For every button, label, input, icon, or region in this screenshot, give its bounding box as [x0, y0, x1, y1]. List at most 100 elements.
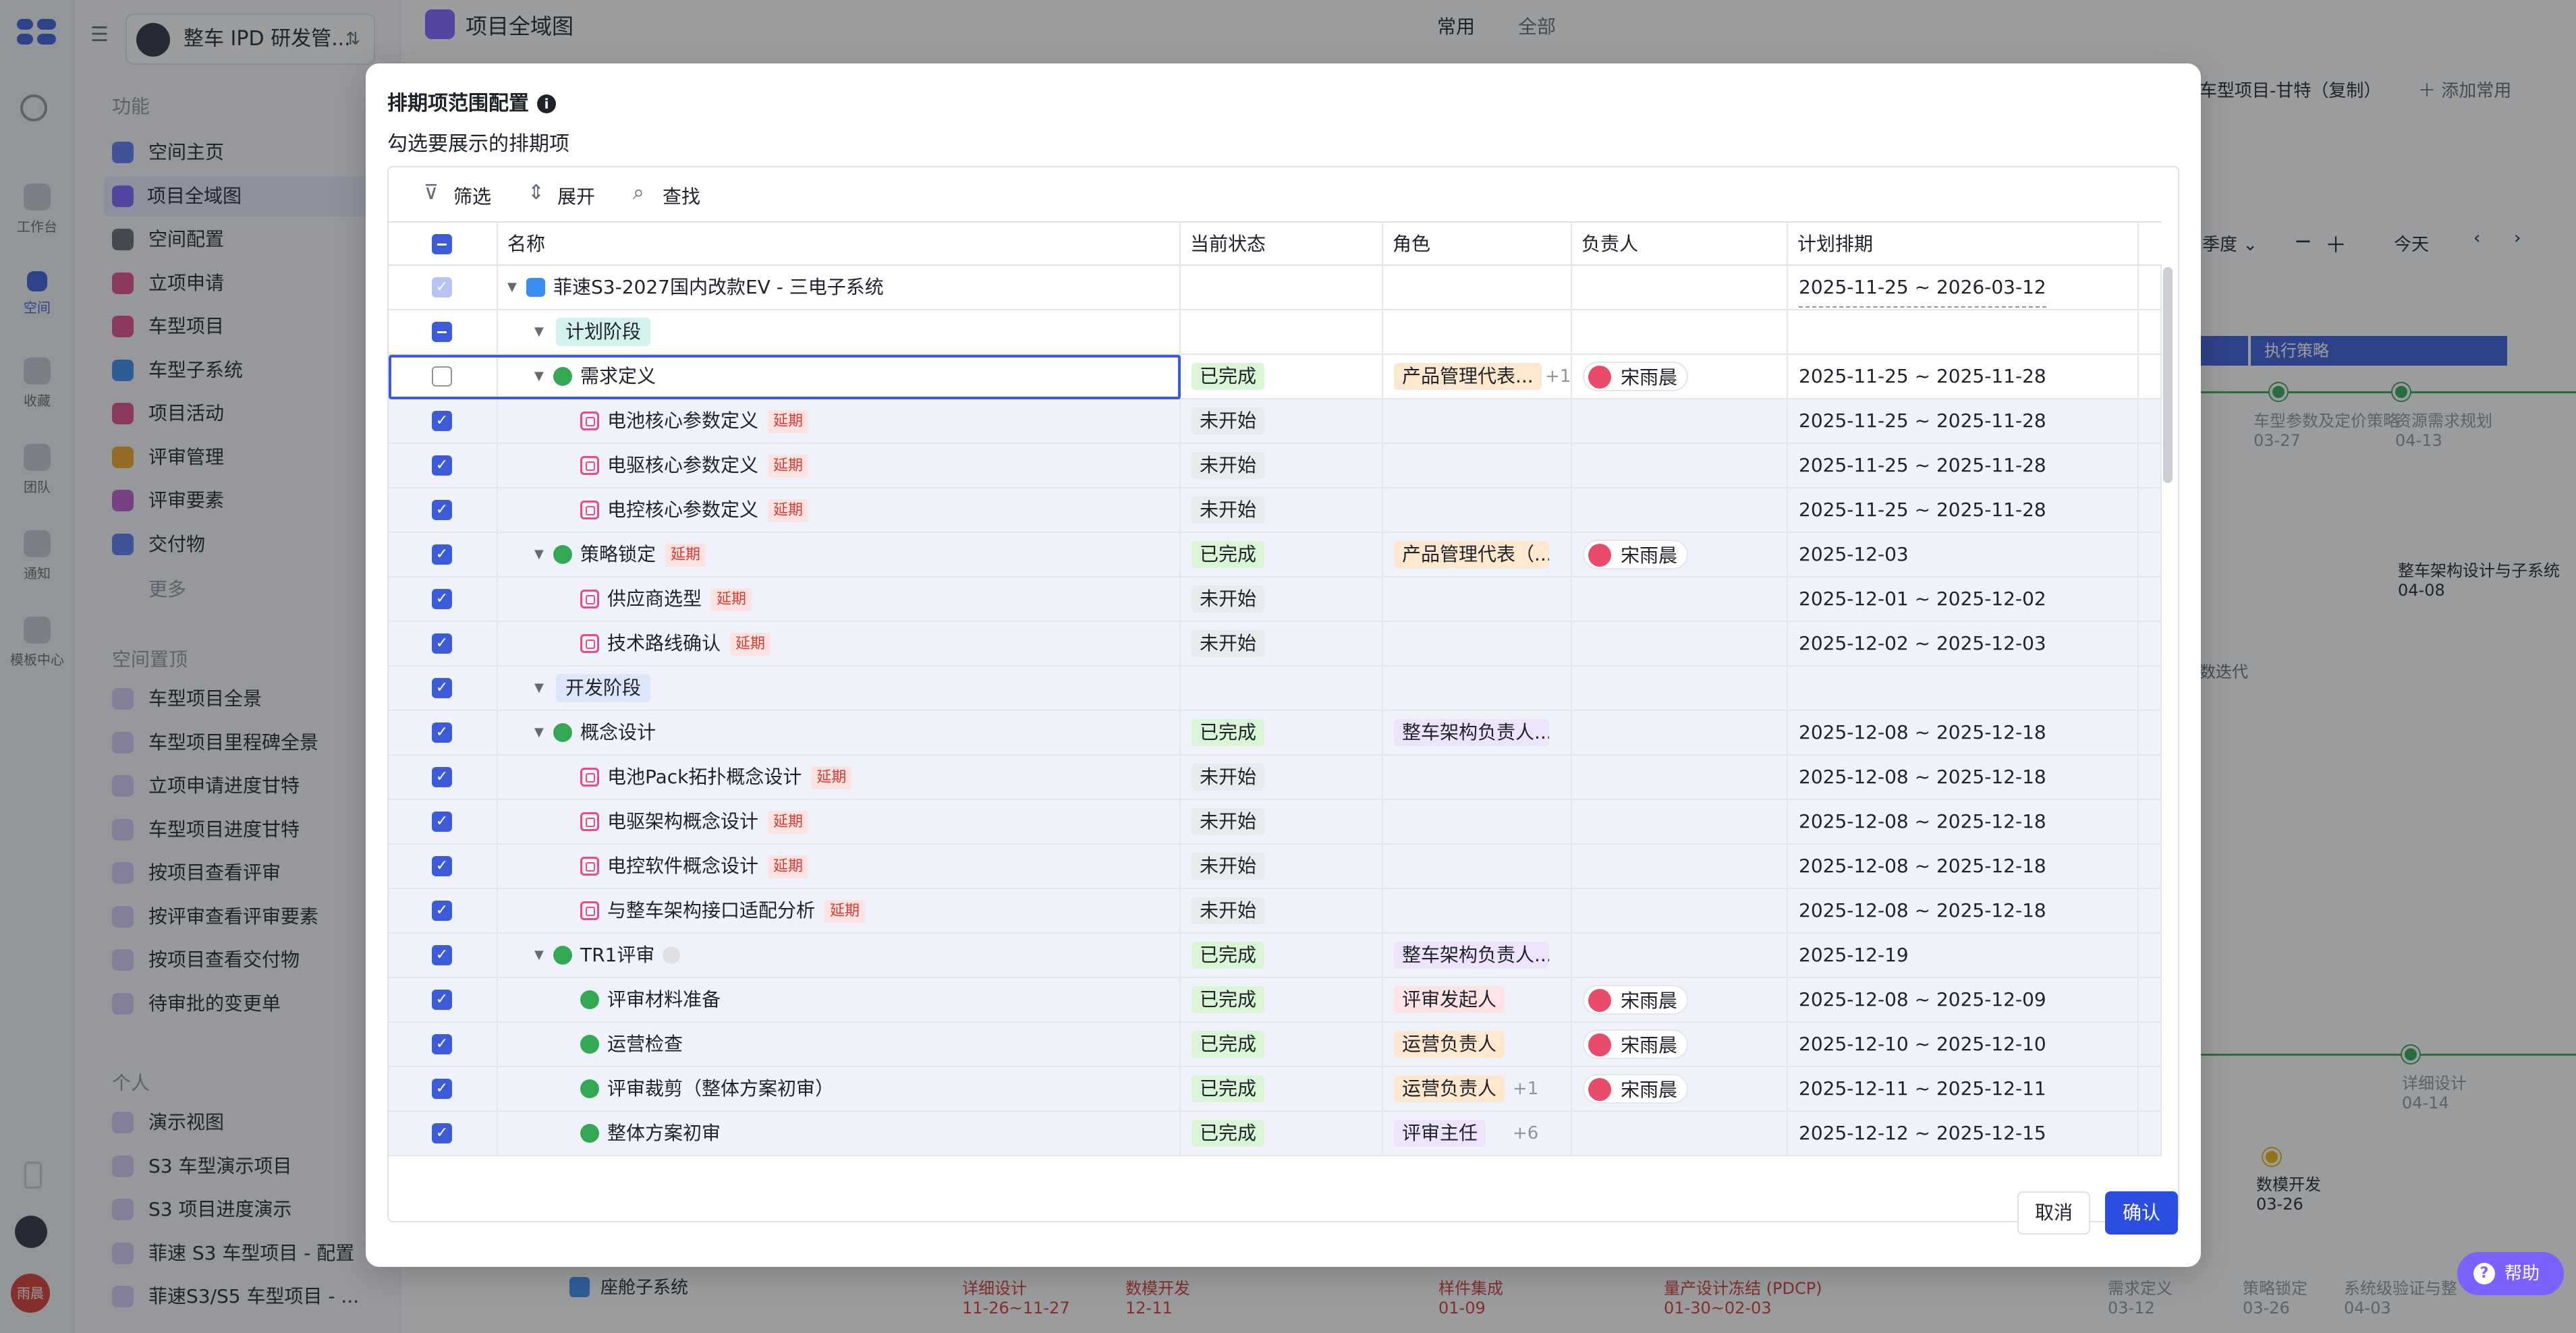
row-select-cell[interactable]: ✓ [389, 1112, 498, 1155]
row-name-cell[interactable]: 电控软件概念设计 延期 [498, 845, 1181, 888]
row-name-cell[interactable]: 电驱架构概念设计 延期 [498, 800, 1181, 843]
row-checkbox[interactable]: ✓ [432, 411, 452, 431]
row-checkbox[interactable]: ✓ [432, 990, 452, 1010]
row-checkbox[interactable]: ✓ [432, 544, 452, 565]
row-name-cell[interactable]: 与整车架构接口适配分析 延期 [498, 889, 1181, 932]
table-row[interactable]: ▼ 需求定义 已完成 产品管理代表... +1 宋雨晨 2025-11-25 ~ 2025-… [389, 355, 2162, 399]
table-row[interactable]: ✓ 电驱核心参数定义 延期 未开始 2025-11-25 ~ 2025-11-28 [389, 444, 2162, 488]
row-checkbox[interactable]: ✓ [432, 678, 452, 698]
owner-chip: 宋雨晨 [1583, 540, 1689, 569]
row-select-cell[interactable]: ✓ [389, 756, 498, 799]
delay-badge: 延期 [711, 588, 752, 611]
table-row[interactable]: ✓ ▼ 策略锁定 延期 已完成 产品管理代表（... 宋雨晨 2025-12-03 [389, 533, 2162, 577]
row-checkbox[interactable]: ✓ [432, 1079, 452, 1099]
row-checkbox[interactable]: ✓ [432, 589, 452, 609]
row-name-cell[interactable]: ▼ TR1评审 [498, 934, 1181, 977]
row-checkbox[interactable]: ✓ [432, 500, 452, 520]
table-row[interactable]: ✓ ▼ TR1评审 已完成 整车架构负责人... 2025-12-19 [389, 934, 2162, 978]
row-select-cell[interactable]: ✓ [389, 444, 498, 487]
table-row[interactable]: ✓ 评审材料准备 已完成 评审发起人 宋雨晨 2025-12-08 ~ 2025-12-0… [389, 978, 2162, 1023]
expand-caret-icon[interactable]: ▼ [534, 666, 544, 710]
help-button[interactable]: ? 帮助 [2457, 1252, 2564, 1295]
row-name-cell[interactable]: 电驱核心参数定义 延期 [498, 444, 1181, 487]
row-select-cell[interactable]: ✓ [389, 845, 498, 888]
row-name-cell[interactable]: 电池核心参数定义 延期 [498, 399, 1181, 443]
row-select-cell[interactable]: ✓ [389, 1067, 498, 1110]
row-name-cell[interactable]: 整体方案初审 [498, 1112, 1181, 1155]
row-name-cell[interactable]: 评审裁剪（整体方案初审） [498, 1067, 1181, 1110]
row-name-cell[interactable]: 供应商选型 延期 [498, 577, 1181, 621]
select-all-checkbox[interactable] [432, 234, 452, 254]
expand-caret-icon[interactable]: ▼ [534, 533, 544, 576]
expand-caret-icon[interactable]: ▼ [534, 711, 544, 754]
row-checkbox[interactable]: ✓ [432, 812, 452, 832]
row-checkbox[interactable]: ✓ [432, 945, 452, 965]
row-select-cell[interactable]: ✓ [389, 399, 498, 443]
row-name-cell[interactable]: ▼ 菲速S3-2027国内改款EV - 三电子系统 [498, 266, 1181, 309]
row-checkbox[interactable]: ✓ [432, 1123, 452, 1143]
row-checkbox[interactable]: ✓ [432, 277, 452, 297]
confirm-button[interactable]: 确认 [2105, 1191, 2178, 1235]
table-row[interactable]: ✓ 技术路线确认 延期 未开始 2025-12-02 ~ 2025-12-03 [389, 622, 2162, 666]
table-row[interactable]: ✓ 电池核心参数定义 延期 未开始 2025-11-25 ~ 2025-11-28 [389, 399, 2162, 444]
row-select-cell[interactable]: ✓ [389, 800, 498, 843]
row-checkbox[interactable]: ✓ [432, 722, 452, 743]
scrollbar-thumb[interactable] [2163, 267, 2173, 483]
delay-badge: 延期 [768, 855, 809, 878]
expand-button[interactable]: ⇕ 展开 [528, 181, 595, 209]
row-select-cell[interactable]: ✓ [389, 533, 498, 576]
row-checkbox[interactable]: ✓ [432, 856, 452, 876]
row-select-cell[interactable]: ✓ [389, 889, 498, 932]
row-name-cell[interactable]: 运营检查 [498, 1023, 1181, 1066]
expand-caret-icon[interactable]: ▼ [534, 934, 544, 977]
schedule-date: 2025-12-01 ~ 2025-12-02 [1799, 588, 2046, 610]
table-row[interactable]: ▼ 计划阶段 [389, 310, 2162, 355]
table-row[interactable]: ✓ 运营检查 已完成 运营负责人 宋雨晨 2025-12-10 ~ 2025-12-10 [389, 1023, 2162, 1067]
expand-caret-icon[interactable]: ▼ [507, 266, 517, 309]
header-select-all[interactable] [389, 223, 498, 266]
row-select-cell[interactable]: ✓ [389, 1023, 498, 1066]
table-scrollbar[interactable] [2163, 267, 2173, 1212]
row-name-cell[interactable]: ▼ 策略锁定 延期 [498, 533, 1181, 576]
row-name-cell[interactable]: ▼ 开发阶段 [498, 666, 1181, 710]
table-row[interactable]: ✓ 电驱架构概念设计 延期 未开始 2025-12-08 ~ 2025-12-18 [389, 800, 2162, 845]
table-row[interactable]: ✓ 电控核心参数定义 延期 未开始 2025-11-25 ~ 2025-11-28 [389, 488, 2162, 533]
row-name-cell[interactable]: 电控核心参数定义 延期 [498, 488, 1181, 532]
row-select-cell[interactable]: ✓ [389, 711, 498, 754]
row-checkbox[interactable]: ✓ [432, 901, 452, 921]
row-select-cell[interactable]: ✓ [389, 978, 498, 1021]
table-row[interactable]: ✓ 电控软件概念设计 延期 未开始 2025-12-08 ~ 2025-12-18 [389, 845, 2162, 889]
filter-button[interactable]: ⊽ 筛选 [424, 181, 491, 209]
table-row[interactable]: ✓ 整体方案初审 已完成 评审主任 +6 2025-12-12 ~ 2025-12-15 [389, 1112, 2162, 1156]
row-status-cell: 未开始 [1181, 756, 1383, 799]
row-name-cell[interactable]: ▼ 计划阶段 [498, 310, 1181, 353]
table-row[interactable]: ✓ 评审裁剪（整体方案初审） 已完成 运营负责人 +1 宋雨晨 2025-12-11 ~ 2… [389, 1067, 2162, 1112]
status-badge: 已完成 [1192, 541, 1265, 568]
expand-caret-icon[interactable]: ▼ [534, 310, 544, 353]
find-button[interactable]: ⌕ 查找 [633, 181, 700, 209]
row-name-cell[interactable]: 技术路线确认 延期 [498, 622, 1181, 665]
row-name-cell[interactable]: ▼ 概念设计 [498, 711, 1181, 754]
row-select-cell[interactable]: ✓ [389, 266, 498, 309]
row-checkbox[interactable]: ✓ [432, 455, 452, 476]
table-row[interactable]: ✓ 供应商选型 延期 未开始 2025-12-01 ~ 2025-12-02 [389, 577, 2162, 622]
row-name-cell[interactable]: 评审材料准备 [498, 978, 1181, 1021]
table-row[interactable]: ✓ ▼ 概念设计 已完成 整车架构负责人... 2025-12-08 ~ 2025-12-… [389, 711, 2162, 756]
info-icon[interactable]: i [537, 94, 556, 113]
row-select-cell[interactable]: ✓ [389, 577, 498, 621]
cancel-button[interactable]: 取消 [2017, 1191, 2090, 1235]
row-name-cell[interactable]: 电池Pack拓扑概念设计 延期 [498, 756, 1181, 799]
row-checkbox[interactable] [432, 322, 452, 342]
row-checkbox[interactable]: ✓ [432, 633, 452, 654]
row-select-cell[interactable]: ✓ [389, 934, 498, 977]
row-checkbox[interactable]: ✓ [432, 767, 452, 787]
table-row[interactable]: ✓ 与整车架构接口适配分析 延期 未开始 2025-12-08 ~ 2025-12-18 [389, 889, 2162, 934]
table-row[interactable]: ✓ ▼ 开发阶段 [389, 666, 2162, 711]
table-row[interactable]: ✓ 电池Pack拓扑概念设计 延期 未开始 2025-12-08 ~ 2025-12-1… [389, 756, 2162, 800]
row-checkbox[interactable]: ✓ [432, 1034, 452, 1054]
row-select-cell[interactable]: ✓ [389, 488, 498, 532]
row-select-cell[interactable]: ✓ [389, 622, 498, 665]
table-row[interactable]: ✓ ▼ 菲速S3-2027国内改款EV - 三电子系统 2025-11-25 ~ 20… [389, 266, 2162, 310]
row-select-cell[interactable] [389, 310, 498, 353]
row-select-cell[interactable]: ✓ [389, 666, 498, 710]
